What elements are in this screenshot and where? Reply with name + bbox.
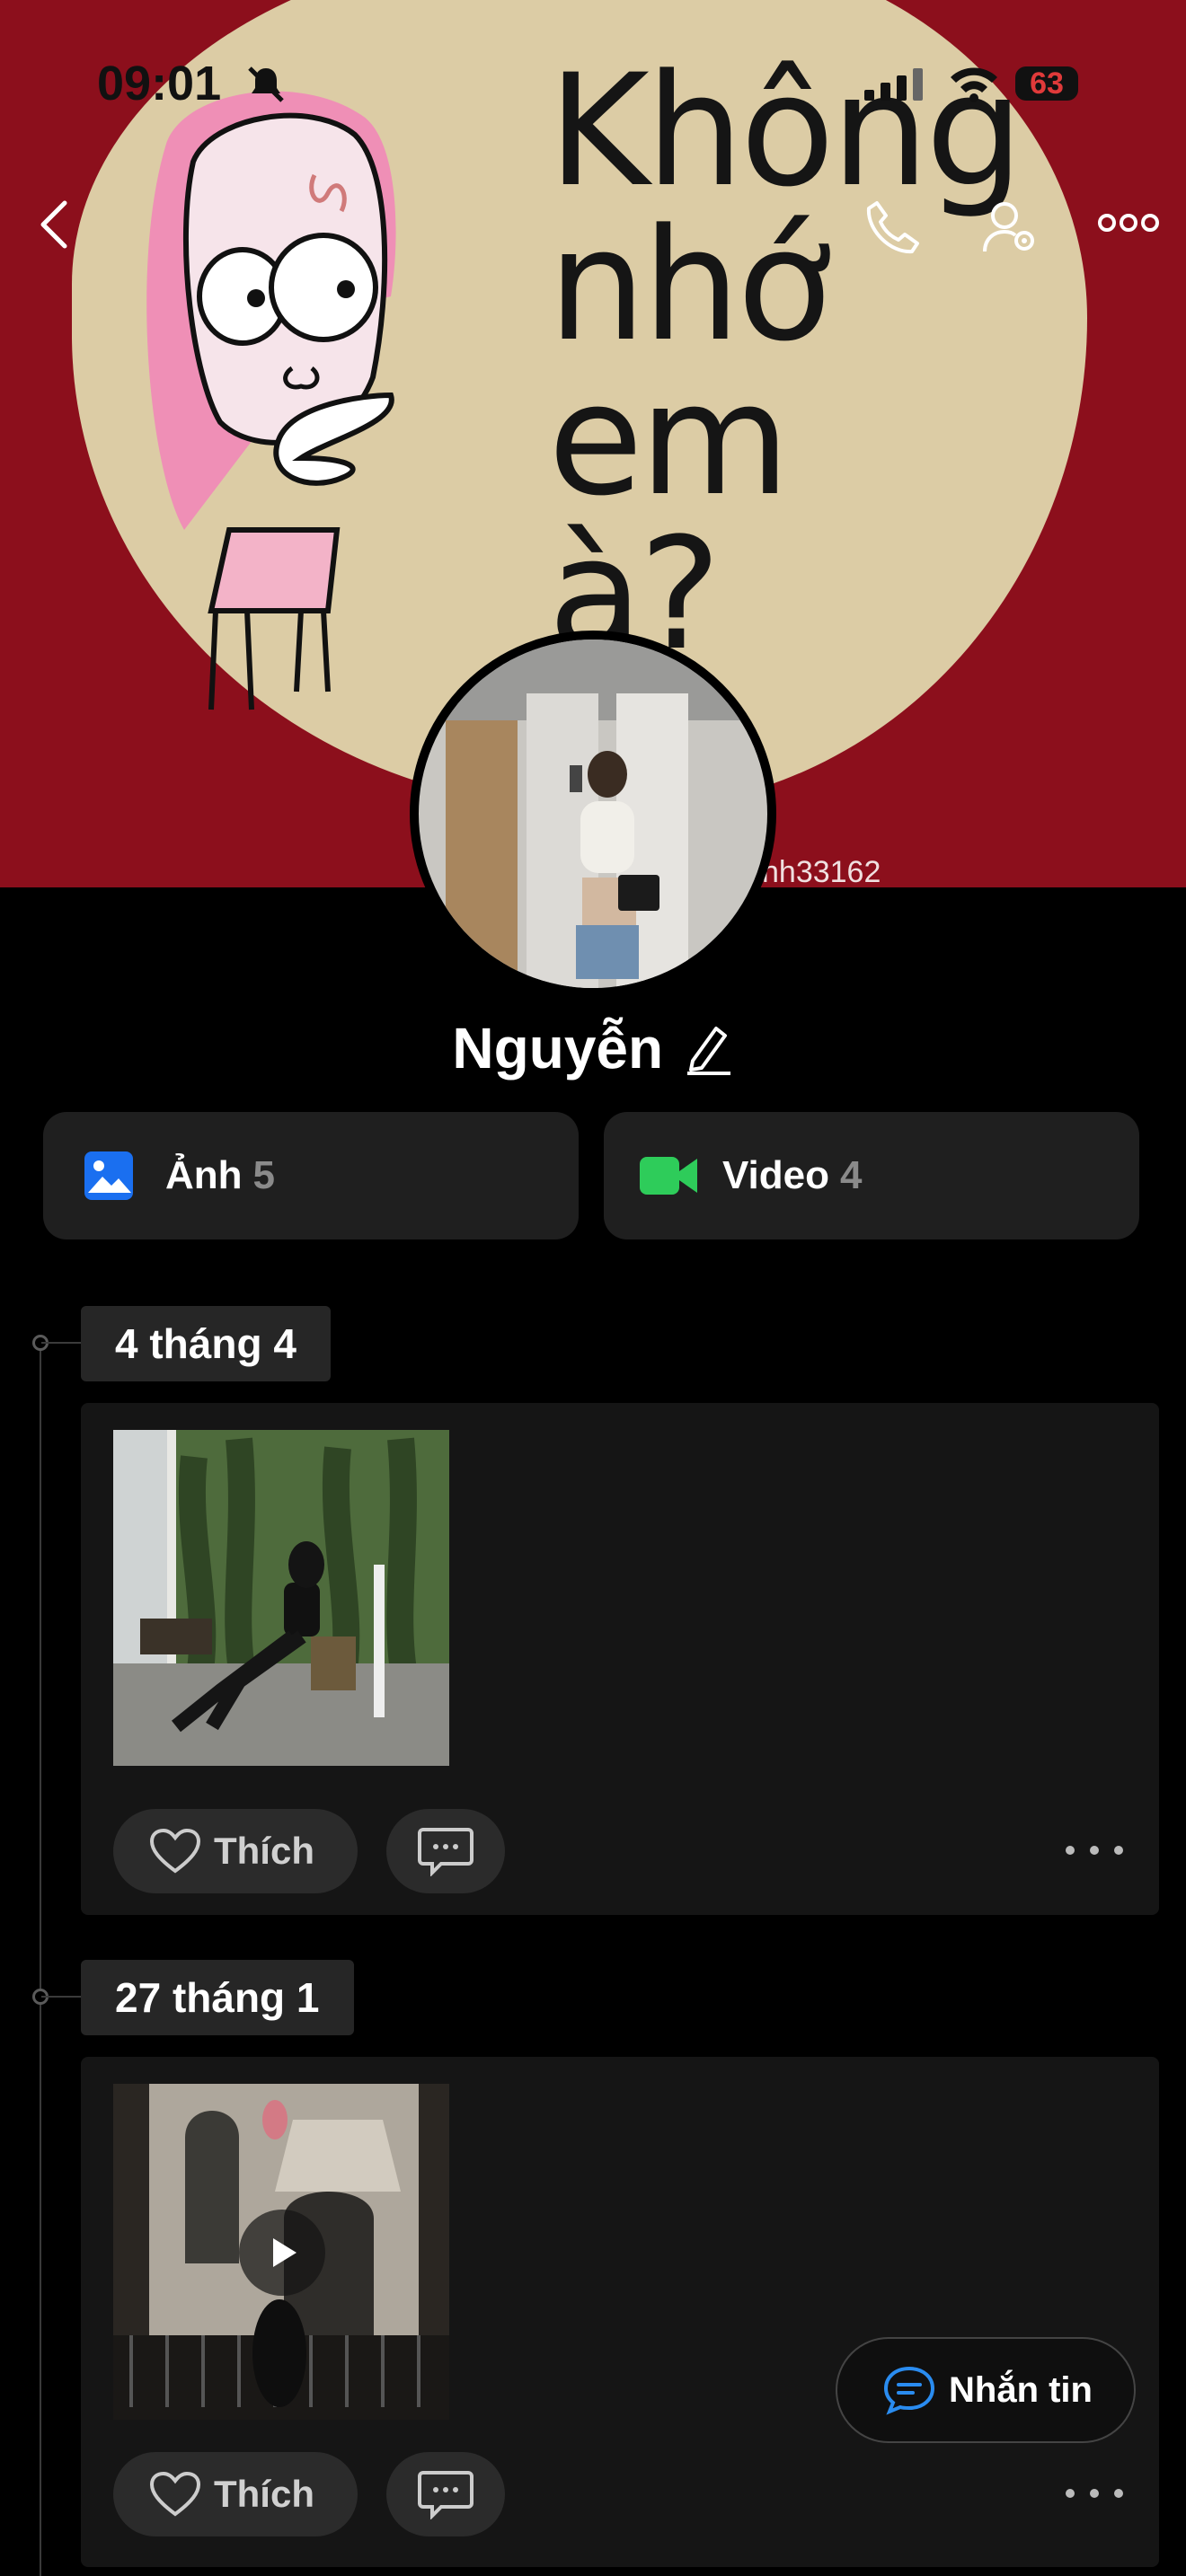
post-photo[interactable] — [113, 1430, 449, 1766]
post-date: 27 tháng 1 — [81, 1960, 354, 2035]
cover-handle: nh33162 — [762, 855, 881, 887]
phone-icon[interactable] — [864, 199, 920, 255]
battery-indicator: 63 — [1015, 66, 1078, 101]
photos-button[interactable]: Ảnh 5 — [43, 1112, 579, 1239]
edit-icon[interactable] — [684, 1021, 734, 1075]
message-button[interactable]: Nhắn tin — [836, 2337, 1136, 2443]
avatar[interactable] — [410, 631, 776, 997]
post-video[interactable] — [113, 2084, 449, 2420]
user-settings-icon[interactable] — [981, 198, 1040, 257]
photo-icon — [84, 1151, 133, 1200]
message-label: Nhắn tin — [949, 2369, 1093, 2410]
more-dot — [1114, 2489, 1123, 2498]
post-more-button[interactable] — [1066, 2475, 1123, 2511]
videos-label: Video — [722, 1153, 830, 1197]
more-dot — [1066, 1846, 1075, 1855]
post-card: Thích — [81, 1403, 1159, 1915]
more-dot — [1090, 1846, 1099, 1855]
timeline-line — [40, 1343, 41, 2576]
heart-icon — [149, 2471, 201, 2517]
video-icon — [640, 1157, 697, 1195]
avatar-photo — [419, 640, 767, 988]
videos-button[interactable]: Video 4 — [604, 1112, 1139, 1239]
profile-name-row: Nguyễn — [0, 1015, 1186, 1081]
like-button[interactable]: Thích — [113, 1809, 358, 1893]
post-card: Thích — [81, 2057, 1159, 2567]
post-date: 4 tháng 4 — [81, 1306, 331, 1381]
more-icon[interactable] — [1098, 212, 1159, 234]
videos-count: 4 — [840, 1153, 863, 1197]
heart-icon — [149, 1828, 201, 1874]
comment-button[interactable] — [386, 1809, 505, 1893]
play-icon[interactable] — [237, 2208, 327, 2298]
comment-button[interactable] — [386, 2452, 505, 2536]
profile-name: Nguyễn — [452, 1016, 664, 1081]
photos-count: 5 — [252, 1153, 276, 1197]
signal-icon — [864, 68, 923, 101]
cartoon-illustration — [146, 91, 396, 710]
like-label: Thích — [214, 2473, 314, 2515]
comment-icon — [418, 2471, 474, 2519]
timeline-connector — [41, 1996, 81, 1998]
more-dot — [1066, 2489, 1075, 2498]
like-button[interactable]: Thích — [113, 2452, 358, 2536]
like-label: Thích — [214, 1830, 314, 1872]
more-dot — [1090, 2489, 1099, 2498]
wifi-icon — [951, 67, 997, 102]
chat-icon — [883, 2366, 935, 2415]
status-time: 09:01 — [97, 57, 222, 110]
silent-bell-icon — [248, 66, 284, 102]
more-dot — [1114, 1846, 1123, 1855]
comment-icon — [418, 1828, 474, 1876]
photos-label: Ảnh — [165, 1153, 243, 1197]
photo-thumbnail — [113, 1430, 449, 1766]
post-more-button[interactable] — [1066, 1832, 1123, 1868]
back-icon[interactable] — [36, 199, 72, 250]
timeline-connector — [41, 1342, 81, 1344]
sticker-text: Không nhớ em à? — [548, 40, 1023, 684]
